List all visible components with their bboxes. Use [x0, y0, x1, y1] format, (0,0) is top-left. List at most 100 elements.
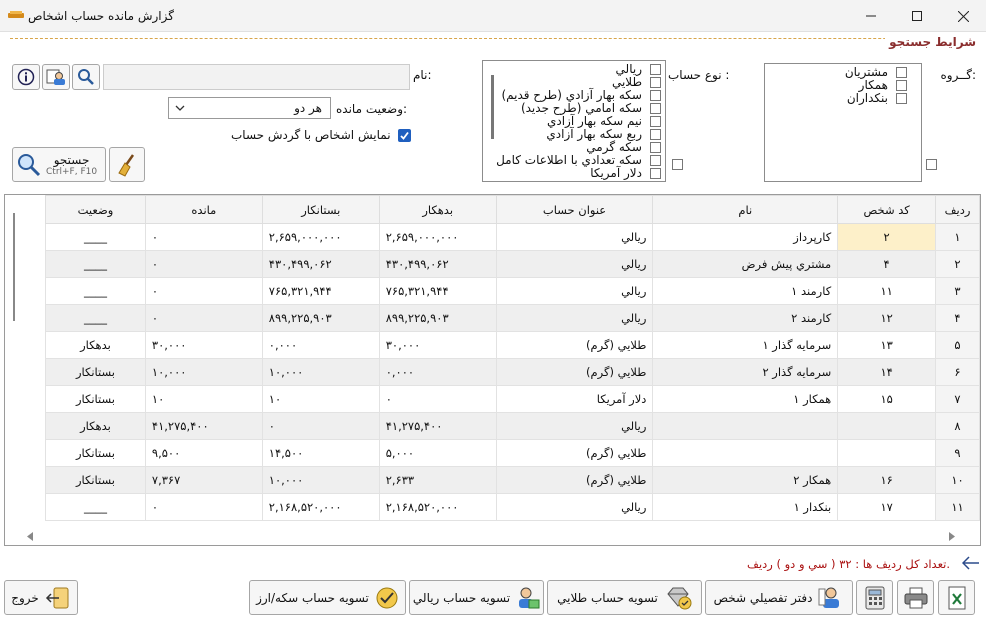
cell-credit[interactable]: ۱۴,۵۰۰: [261, 439, 380, 467]
account-type-option-checkbox[interactable]: [650, 90, 661, 101]
account-type-option-checkbox[interactable]: [650, 129, 661, 140]
cell-balance[interactable]: ۰: [144, 277, 263, 305]
cell-credit[interactable]: ۱۰,۰۰۰: [261, 466, 380, 494]
cell-account[interactable]: طلايي (گرم): [495, 439, 654, 467]
cell-account[interactable]: ريالي: [495, 250, 654, 278]
group-list[interactable]: مشتريان همكار بنكداران: [764, 63, 922, 182]
cell-name[interactable]: همكار ۲: [652, 466, 839, 494]
cell-debit[interactable]: ۴۱,۲۷۵,۴۰۰: [378, 412, 497, 440]
cell-status[interactable]: ____: [45, 223, 146, 251]
cell-code[interactable]: ۱۳: [837, 331, 937, 359]
table-row[interactable]: ۱ ۲ كارپرداز ريالي ۲,۶۵۹,۰۰۰,۰۰۰ ۲,۶۵۹,۰۰۰,۰۰…: [45, 223, 980, 251]
cell-code[interactable]: ۲: [837, 223, 937, 251]
cell-balance[interactable]: ۰: [144, 493, 263, 521]
cell-credit[interactable]: ۲,۱۶۸,۵۲۰,۰۰۰: [261, 493, 380, 521]
account-type-option-checkbox[interactable]: [650, 103, 661, 114]
grid-left-scroll-indicator[interactable]: [13, 213, 15, 321]
cell-idx[interactable]: ۳: [935, 277, 980, 305]
account-type-scrollbar[interactable]: [491, 75, 494, 139]
cell-idx[interactable]: ۴: [935, 304, 980, 332]
cell-name[interactable]: بنكدار ۱: [652, 493, 839, 521]
cell-debit[interactable]: ۰: [378, 385, 497, 413]
cell-balance[interactable]: ۷,۳۶۷: [144, 466, 263, 494]
minimize-button[interactable]: [848, 0, 894, 32]
account-type-option-checkbox[interactable]: [650, 155, 661, 166]
rial-settlement-button[interactable]: تسويه حساب ريالي: [409, 580, 544, 615]
cell-name[interactable]: سرمايه گذار ۱: [652, 331, 839, 359]
cell-status[interactable]: بدهكار: [45, 412, 146, 440]
cell-balance[interactable]: ۱۰,۰۰۰: [144, 358, 263, 386]
cell-credit[interactable]: ۱۰: [261, 385, 380, 413]
cell-balance[interactable]: ۳۰,۰۰۰: [144, 331, 263, 359]
account-type-option-checkbox[interactable]: [650, 142, 661, 153]
table-row[interactable]: ۴ ۱۲ كارمند ۲ ريالي ۸۹۹,۲۲۵,۹۰۳ ۸۹۹,۲۲۵,۹۰۳ ۰ _…: [45, 304, 980, 332]
cell-account[interactable]: ريالي: [495, 223, 654, 251]
column-header[interactable]: وضعيت: [45, 195, 146, 224]
cell-status[interactable]: ____: [45, 304, 146, 332]
cell-credit[interactable]: ۴۳۰,۴۹۹,۰۶۲: [261, 250, 380, 278]
cell-debit[interactable]: ۷۶۵,۳۲۱,۹۴۴: [378, 277, 497, 305]
cell-status[interactable]: بستانكار: [45, 358, 146, 386]
table-row[interactable]: ۷ ۱۵ همكار ۱ دلار آمريكا ۰ ۱۰ ۱۰ بستانكار: [45, 385, 980, 413]
column-header[interactable]: نام: [652, 195, 839, 224]
search-button[interactable]: جستجو Ctrl+F, F10: [12, 147, 106, 182]
excel-export-button[interactable]: [938, 580, 975, 615]
cell-name[interactable]: مشتري پيش فرض: [652, 250, 839, 278]
cell-balance[interactable]: ۴۱,۲۷۵,۴۰۰: [144, 412, 263, 440]
account-type-list[interactable]: ريالي طلايي سكه بهار آزادي (طرح قديم) سكه ا…: [482, 60, 666, 182]
cell-idx[interactable]: ۱۰: [935, 466, 980, 494]
cell-code[interactable]: [837, 439, 937, 467]
cell-code[interactable]: ۱۱: [837, 277, 937, 305]
account-type-option-checkbox[interactable]: [650, 64, 661, 75]
group-option-checkbox[interactable]: [896, 67, 907, 78]
cell-idx[interactable]: ۷: [935, 385, 980, 413]
cell-credit[interactable]: ۱۰,۰۰۰: [261, 358, 380, 386]
cell-balance[interactable]: ۹,۵۰۰: [144, 439, 263, 467]
cell-balance[interactable]: ۰: [144, 223, 263, 251]
calculator-button[interactable]: [856, 580, 893, 615]
cell-name[interactable]: سرمايه گذار ۲: [652, 358, 839, 386]
cell-debit[interactable]: ۲,۶۵۹,۰۰۰,۰۰۰: [378, 223, 497, 251]
cell-idx[interactable]: ۸: [935, 412, 980, 440]
cell-idx[interactable]: ۱: [935, 223, 980, 251]
column-header[interactable]: بدهكار: [378, 195, 497, 224]
name-search-button[interactable]: [72, 64, 100, 90]
show-turnover-checkbox[interactable]: [398, 129, 411, 142]
gold-settlement-button[interactable]: تسويه حساب طلايي: [547, 580, 702, 615]
cell-name[interactable]: كارپرداز: [652, 223, 839, 251]
account-type-option-checkbox[interactable]: [650, 77, 661, 88]
cell-status[interactable]: ____: [45, 493, 146, 521]
table-row[interactable]: ۳ ۱۱ كارمند ۱ ريالي ۷۶۵,۳۲۱,۹۴۴ ۷۶۵,۳۲۱,۹۴۴ ۰ _…: [45, 277, 980, 305]
cell-code[interactable]: ۱۵: [837, 385, 937, 413]
horizontal-scrollbar[interactable]: [5, 528, 980, 545]
cell-idx[interactable]: ۹: [935, 439, 980, 467]
exit-button[interactable]: خروج: [4, 580, 78, 615]
balance-status-select[interactable]: هر دو: [168, 97, 331, 119]
info-button[interactable]: [12, 64, 40, 90]
cell-debit[interactable]: ۲,۱۶۸,۵۲۰,۰۰۰: [378, 493, 497, 521]
cell-name[interactable]: همكار ۱: [652, 385, 839, 413]
cell-name[interactable]: [652, 439, 839, 467]
cell-code[interactable]: ۴: [837, 250, 937, 278]
cell-idx[interactable]: ۱۱: [935, 493, 980, 521]
cell-code[interactable]: ۱۲: [837, 304, 937, 332]
column-header[interactable]: عنوان حساب: [495, 195, 654, 224]
group-option-checkbox[interactable]: [896, 93, 907, 104]
cell-credit[interactable]: ۲,۶۵۹,۰۰۰,۰۰۰: [261, 223, 380, 251]
cell-code[interactable]: ۱۶: [837, 466, 937, 494]
cell-balance[interactable]: ۰: [144, 250, 263, 278]
column-header[interactable]: مانده: [144, 195, 263, 224]
account-type-select-all-checkbox[interactable]: [672, 159, 683, 170]
cell-idx[interactable]: ۶: [935, 358, 980, 386]
group-select-all-checkbox[interactable]: [926, 159, 937, 170]
cell-status[interactable]: بستانكار: [45, 439, 146, 467]
cell-balance[interactable]: ۰: [144, 304, 263, 332]
results-grid[interactable]: رديف كد شخص نام عنوان حساب بدهكار بستانكار مان…: [4, 194, 981, 546]
cell-credit[interactable]: ۷۶۵,۳۲۱,۹۴۴: [261, 277, 380, 305]
cell-name[interactable]: [652, 412, 839, 440]
table-row[interactable]: ۹ طلايي (گرم) ۵,۰۰۰ ۱۴,۵۰۰ ۹,۵۰۰ بستانكار: [45, 439, 980, 467]
person-lookup-button[interactable]: [42, 64, 70, 90]
cell-debit[interactable]: ۵,۰۰۰: [378, 439, 497, 467]
table-row[interactable]: ۵ ۱۳ سرمايه گذار ۱ طلايي (گرم) ۳۰,۰۰۰ ۰,۰۰۰ ۳۰…: [45, 331, 980, 359]
cell-account[interactable]: طلايي (گرم): [495, 358, 654, 386]
